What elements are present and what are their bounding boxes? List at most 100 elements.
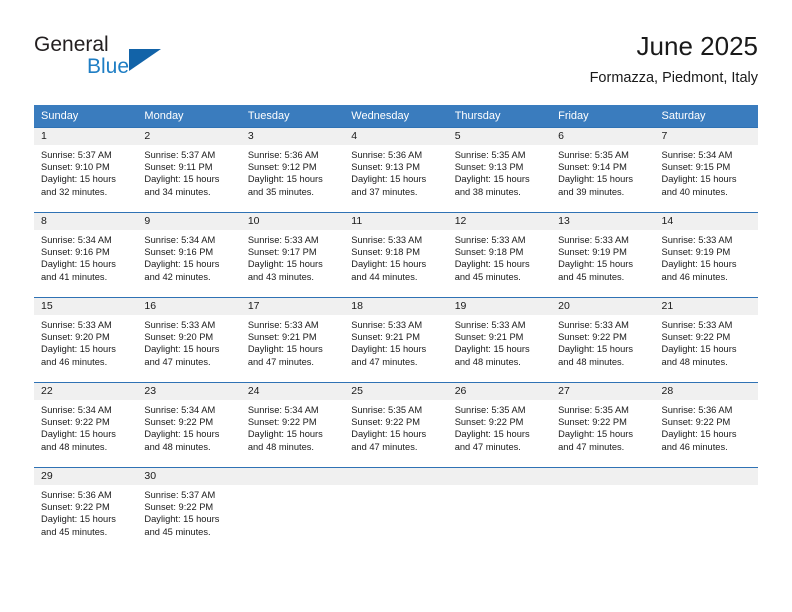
weekday-header-saturday: Saturday [654,105,758,128]
day-number: 17 [240,298,345,315]
calendar-day-cell[interactable]: 16 Sunrise: 5:33 AM Sunset: 9:20 PM Dayl… [137,297,241,383]
sunset-text: Sunset: 9:19 PM [661,247,731,258]
daylight-text-line1: Daylight: 15 hours [144,344,220,355]
sunset-text: Sunset: 9:21 PM [351,332,420,343]
calendar-page: General Blue June 2025 Formazza, Piedmon… [0,0,792,612]
day-details: Sunrise: 5:34 AM Sunset: 9:16 PM Dayligh… [137,230,240,283]
calendar-day-cell[interactable]: 20 Sunrise: 5:33 AM Sunset: 9:22 PM Dayl… [551,297,655,383]
day-number: 29 [34,468,138,485]
daylight-text-line1: Daylight: 15 hours [454,429,530,440]
daylight-text-line1: Daylight: 15 hours [661,344,737,355]
daylight-text-line1: Daylight: 15 hours [41,174,116,185]
day-number: 18 [344,298,448,315]
day-details: Sunrise: 5:33 AM Sunset: 9:20 PM Dayligh… [137,315,240,368]
sunset-text: Sunset: 9:14 PM [558,162,627,173]
calendar-day-cell[interactable]: 28 Sunrise: 5:36 AM Sunset: 9:22 PM Dayl… [654,382,758,468]
calendar-day-cell[interactable]: 9 Sunrise: 5:34 AM Sunset: 9:16 PM Dayli… [137,212,241,298]
day-details [655,485,758,489]
calendar-day-cell[interactable]: 11 Sunrise: 5:33 AM Sunset: 9:18 PM Dayl… [344,212,448,298]
calendar-day-cell[interactable]: 15 Sunrise: 5:33 AM Sunset: 9:20 PM Dayl… [34,297,138,383]
page-header: General Blue June 2025 Formazza, Piedmon… [0,0,792,100]
sunrise-text: Sunrise: 5:33 AM [454,235,526,245]
day-details [241,485,344,489]
sunset-text: Sunset: 9:22 PM [144,417,214,428]
sunrise-text: Sunrise: 5:36 AM [247,150,319,160]
day-details: Sunrise: 5:35 AM Sunset: 9:22 PM Dayligh… [551,400,654,453]
calendar-day-cell[interactable]: 8 Sunrise: 5:34 AM Sunset: 9:16 PM Dayli… [34,212,138,298]
daylight-text-line1: Daylight: 15 hours [351,259,427,270]
daylight-text-line2: and 46 minutes. [41,356,108,367]
day-details: Sunrise: 5:33 AM Sunset: 9:17 PM Dayligh… [241,230,344,283]
day-details: Sunrise: 5:36 AM Sunset: 9:22 PM Dayligh… [34,485,137,538]
sunset-text: Sunset: 9:22 PM [144,502,214,513]
daylight-text-line2: and 46 minutes. [661,271,728,282]
sunset-text: Sunset: 9:15 PM [661,162,731,173]
day-number: 13 [551,213,655,230]
logo-text-blue: Blue [87,55,130,78]
calendar-day-cell[interactable]: 17 Sunrise: 5:33 AM Sunset: 9:21 PM Dayl… [240,297,345,383]
calendar-day-cell[interactable]: 12 Sunrise: 5:33 AM Sunset: 9:18 PM Dayl… [447,212,552,298]
day-details: Sunrise: 5:33 AM Sunset: 9:22 PM Dayligh… [655,315,758,368]
sunrise-text: Sunrise: 5:35 AM [558,405,629,415]
day-number: 21 [654,298,758,315]
day-details: Sunrise: 5:33 AM Sunset: 9:19 PM Dayligh… [655,230,758,283]
calendar-day-cell[interactable]: 24 Sunrise: 5:34 AM Sunset: 9:22 PM Dayl… [240,382,345,468]
day-details: Sunrise: 5:33 AM Sunset: 9:19 PM Dayligh… [551,230,654,283]
daylight-text-line2: and 48 minutes. [144,441,211,452]
page-subtitle-location: Formazza, Piedmont, Italy [589,70,758,86]
calendar-day-cell[interactable]: 4 Sunrise: 5:36 AM Sunset: 9:13 PM Dayli… [344,127,448,213]
daylight-text-line1: Daylight: 15 hours [661,429,737,440]
calendar-body: 1 Sunrise: 5:37 AM Sunset: 9:10 PM Dayli… [34,127,758,552]
general-blue-logo: General Blue [34,33,234,83]
calendar-day-cell[interactable]: 26 Sunrise: 5:35 AM Sunset: 9:22 PM Dayl… [447,382,552,468]
sunset-text: Sunset: 9:11 PM [144,162,213,173]
calendar-day-cell[interactable]: 10 Sunrise: 5:33 AM Sunset: 9:17 PM Dayl… [240,212,345,298]
daylight-text-line1: Daylight: 15 hours [144,514,220,525]
calendar-day-cell[interactable]: 5 Sunrise: 5:35 AM Sunset: 9:13 PM Dayli… [447,127,552,213]
sunrise-text: Sunrise: 5:34 AM [144,405,216,415]
day-number: 14 [654,213,758,230]
calendar-day-cell[interactable]: 18 Sunrise: 5:33 AM Sunset: 9:21 PM Dayl… [344,297,448,383]
weekday-header-thursday: Thursday [447,105,552,128]
weekday-header-row: Sunday Monday Tuesday Wednesday Thursday… [34,105,758,128]
calendar-day-cell[interactable]: 29 Sunrise: 5:36 AM Sunset: 9:22 PM Dayl… [34,467,138,552]
calendar-day-cell[interactable]: 25 Sunrise: 5:35 AM Sunset: 9:22 PM Dayl… [344,382,448,468]
calendar-day-cell[interactable]: 13 Sunrise: 5:33 AM Sunset: 9:19 PM Dayl… [551,212,655,298]
calendar-day-cell[interactable]: 30 Sunrise: 5:37 AM Sunset: 9:22 PM Dayl… [137,467,241,552]
daylight-text-line1: Daylight: 15 hours [41,514,116,525]
sunrise-text: Sunrise: 5:36 AM [661,405,733,415]
daylight-text-line2: and 47 minutes. [144,356,211,367]
sunrise-text: Sunrise: 5:33 AM [247,320,319,330]
daylight-text-line1: Daylight: 15 hours [558,429,634,440]
sunset-text: Sunset: 9:13 PM [454,162,524,173]
calendar-day-cell[interactable]: 19 Sunrise: 5:33 AM Sunset: 9:21 PM Dayl… [447,297,552,383]
sunset-text: Sunset: 9:22 PM [247,417,317,428]
sunrise-text: Sunrise: 5:36 AM [41,490,112,500]
daylight-text-line1: Daylight: 15 hours [661,174,737,185]
sunrise-text: Sunrise: 5:34 AM [661,150,733,160]
daylight-text-line2: and 37 minutes. [351,186,418,197]
calendar-day-cell[interactable]: 27 Sunrise: 5:35 AM Sunset: 9:22 PM Dayl… [551,382,655,468]
calendar-day-cell[interactable]: 22 Sunrise: 5:34 AM Sunset: 9:22 PM Dayl… [34,382,138,468]
day-details: Sunrise: 5:34 AM Sunset: 9:22 PM Dayligh… [34,400,137,453]
daylight-text-line1: Daylight: 15 hours [41,259,116,270]
day-number: 5 [447,128,552,145]
calendar-day-cell[interactable]: 2 Sunrise: 5:37 AM Sunset: 9:11 PM Dayli… [137,127,241,213]
sunrise-text: Sunrise: 5:33 AM [351,235,423,245]
calendar-day-cell[interactable]: 21 Sunrise: 5:33 AM Sunset: 9:22 PM Dayl… [654,297,758,383]
day-number: 27 [551,383,655,400]
calendar-day-cell[interactable]: 7 Sunrise: 5:34 AM Sunset: 9:15 PM Dayli… [654,127,758,213]
calendar-day-cell[interactable]: 14 Sunrise: 5:33 AM Sunset: 9:19 PM Dayl… [654,212,758,298]
calendar-day-cell-empty [551,467,655,552]
daylight-text-line2: and 40 minutes. [661,186,728,197]
calendar-day-cell[interactable]: 3 Sunrise: 5:36 AM Sunset: 9:12 PM Dayli… [240,127,345,213]
calendar-week-row: 15 Sunrise: 5:33 AM Sunset: 9:20 PM Dayl… [34,297,758,383]
sunset-text: Sunset: 9:17 PM [247,247,317,258]
calendar-day-cell[interactable]: 23 Sunrise: 5:34 AM Sunset: 9:22 PM Dayl… [137,382,241,468]
calendar-day-cell[interactable]: 1 Sunrise: 5:37 AM Sunset: 9:10 PM Dayli… [34,127,138,213]
sunset-text: Sunset: 9:22 PM [351,417,420,428]
calendar-day-cell[interactable]: 6 Sunrise: 5:35 AM Sunset: 9:14 PM Dayli… [551,127,655,213]
daylight-text-line2: and 45 minutes. [144,526,211,537]
daylight-text-line2: and 47 minutes. [351,356,418,367]
daylight-text-line1: Daylight: 15 hours [558,344,634,355]
